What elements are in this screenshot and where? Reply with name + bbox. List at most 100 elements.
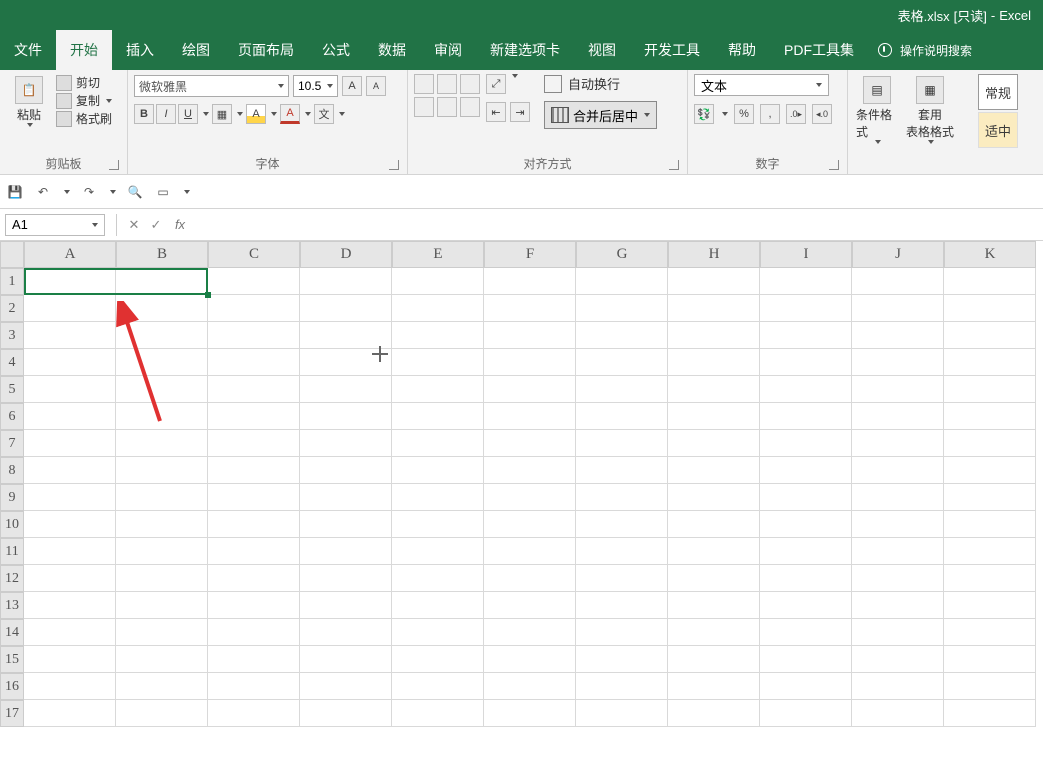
- decrease-decimal-button[interactable]: ◂.0: [812, 104, 832, 124]
- cell-A5[interactable]: [24, 376, 116, 403]
- cell-G2[interactable]: [576, 295, 668, 322]
- chevron-down-icon[interactable]: [203, 112, 209, 116]
- cell-D16[interactable]: [300, 673, 392, 700]
- align-center-button[interactable]: [437, 97, 457, 117]
- row-header-13[interactable]: 13: [0, 592, 24, 619]
- cell-K17[interactable]: [944, 700, 1036, 727]
- cell-B15[interactable]: [116, 646, 208, 673]
- cell-G17[interactable]: [576, 700, 668, 727]
- cell-J12[interactable]: [852, 565, 944, 592]
- copy-button[interactable]: 复制: [56, 92, 112, 109]
- cell-J1[interactable]: [852, 268, 944, 295]
- cell-F7[interactable]: [484, 430, 576, 457]
- cell-I12[interactable]: [760, 565, 852, 592]
- tab-开发工具[interactable]: 开发工具: [630, 30, 714, 70]
- column-header-I[interactable]: I: [760, 241, 852, 268]
- cell-E1[interactable]: [392, 268, 484, 295]
- cell-D17[interactable]: [300, 700, 392, 727]
- cell-B7[interactable]: [116, 430, 208, 457]
- accounting-format-button[interactable]: 💱: [694, 104, 714, 124]
- paste-button[interactable]: 📋 粘贴: [6, 74, 52, 129]
- cell-A8[interactable]: [24, 457, 116, 484]
- cell-H1[interactable]: [668, 268, 760, 295]
- cell-E11[interactable]: [392, 538, 484, 565]
- cell-G16[interactable]: [576, 673, 668, 700]
- cell-K6[interactable]: [944, 403, 1036, 430]
- decrease-indent-button[interactable]: ⇤: [486, 102, 506, 122]
- cell-A11[interactable]: [24, 538, 116, 565]
- align-middle-button[interactable]: [437, 74, 457, 94]
- cell-E14[interactable]: [392, 619, 484, 646]
- row-header-4[interactable]: 4: [0, 349, 24, 376]
- cell-B6[interactable]: [116, 403, 208, 430]
- border-button[interactable]: ▦: [212, 104, 232, 124]
- cell-J10[interactable]: [852, 511, 944, 538]
- wrap-text-button[interactable]: 自动换行: [544, 74, 657, 93]
- cell-C3[interactable]: [208, 322, 300, 349]
- cell-J8[interactable]: [852, 457, 944, 484]
- chevron-down-icon[interactable]: [722, 112, 728, 116]
- align-top-button[interactable]: [414, 74, 434, 94]
- chevron-down-icon[interactable]: [110, 190, 116, 194]
- cell-F9[interactable]: [484, 484, 576, 511]
- font-name-select[interactable]: 微软雅黑: [134, 75, 289, 97]
- dialog-launcher-icon[interactable]: [109, 160, 119, 170]
- underline-button[interactable]: U: [178, 104, 198, 124]
- cell-D15[interactable]: [300, 646, 392, 673]
- cell-C5[interactable]: [208, 376, 300, 403]
- font-size-select[interactable]: 10.5: [293, 75, 338, 97]
- cell-B9[interactable]: [116, 484, 208, 511]
- row-header-2[interactable]: 2: [0, 295, 24, 322]
- redo-button[interactable]: ↷: [80, 183, 98, 201]
- tab-数据[interactable]: 数据: [364, 30, 420, 70]
- cell-J11[interactable]: [852, 538, 944, 565]
- cell-H7[interactable]: [668, 430, 760, 457]
- column-header-J[interactable]: J: [852, 241, 944, 268]
- cell-C17[interactable]: [208, 700, 300, 727]
- cell-G10[interactable]: [576, 511, 668, 538]
- cell-A17[interactable]: [24, 700, 116, 727]
- row-header-7[interactable]: 7: [0, 430, 24, 457]
- column-header-H[interactable]: H: [668, 241, 760, 268]
- cell-D9[interactable]: [300, 484, 392, 511]
- cut-button[interactable]: 剪切: [56, 74, 112, 91]
- cell-J9[interactable]: [852, 484, 944, 511]
- cell-B5[interactable]: [116, 376, 208, 403]
- cell-F13[interactable]: [484, 592, 576, 619]
- conditional-format-button[interactable]: ▤ 条件格式: [854, 74, 900, 146]
- cell-F1[interactable]: [484, 268, 576, 295]
- cell-I9[interactable]: [760, 484, 852, 511]
- cell-G7[interactable]: [576, 430, 668, 457]
- cell-K10[interactable]: [944, 511, 1036, 538]
- cell-E3[interactable]: [392, 322, 484, 349]
- cell-H17[interactable]: [668, 700, 760, 727]
- cell-B1[interactable]: [116, 268, 208, 295]
- increase-font-button[interactable]: A: [342, 76, 362, 96]
- cell-K8[interactable]: [944, 457, 1036, 484]
- chevron-down-icon[interactable]: [339, 112, 345, 116]
- row-header-14[interactable]: 14: [0, 619, 24, 646]
- percent-button[interactable]: %: [734, 104, 754, 124]
- increase-indent-button[interactable]: ⇥: [510, 102, 530, 122]
- cell-I17[interactable]: [760, 700, 852, 727]
- cell-F8[interactable]: [484, 457, 576, 484]
- number-format-select[interactable]: 文本: [694, 74, 829, 96]
- row-header-6[interactable]: 6: [0, 403, 24, 430]
- cell-F11[interactable]: [484, 538, 576, 565]
- cell-G5[interactable]: [576, 376, 668, 403]
- column-header-D[interactable]: D: [300, 241, 392, 268]
- cell-D12[interactable]: [300, 565, 392, 592]
- row-header-8[interactable]: 8: [0, 457, 24, 484]
- undo-button[interactable]: ↶: [34, 183, 52, 201]
- tab-开始[interactable]: 开始: [56, 30, 112, 70]
- cell-C13[interactable]: [208, 592, 300, 619]
- cell-D2[interactable]: [300, 295, 392, 322]
- cell-K5[interactable]: [944, 376, 1036, 403]
- formula-input[interactable]: [189, 214, 1043, 236]
- cell-K2[interactable]: [944, 295, 1036, 322]
- cell-B13[interactable]: [116, 592, 208, 619]
- cell-F10[interactable]: [484, 511, 576, 538]
- cell-C14[interactable]: [208, 619, 300, 646]
- cell-F4[interactable]: [484, 349, 576, 376]
- cell-style-good[interactable]: 适中: [978, 112, 1018, 148]
